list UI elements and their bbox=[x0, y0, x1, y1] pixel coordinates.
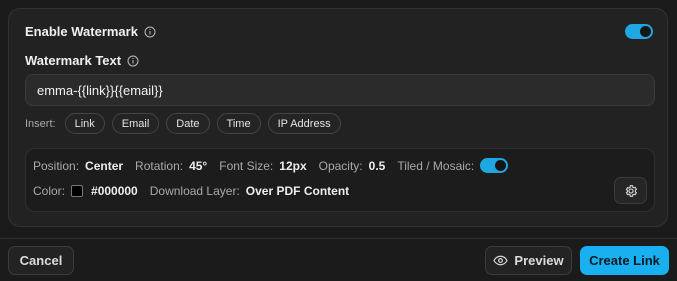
insert-ip-address-chip[interactable]: IP Address bbox=[267, 113, 341, 134]
rotation-value: 45° bbox=[189, 158, 208, 173]
insert-email-chip[interactable]: Email bbox=[111, 113, 160, 134]
insert-label: Insert: bbox=[25, 117, 56, 130]
color-label: Color: bbox=[33, 184, 66, 198]
preview-button[interactable]: Preview bbox=[485, 246, 572, 275]
enable-watermark-label: Enable Watermark bbox=[25, 24, 138, 39]
position-value: Center bbox=[85, 158, 124, 173]
preview-label: Preview bbox=[514, 253, 564, 268]
watermark-settings-summary: Position: Center Rotation: 45° Font Size… bbox=[25, 148, 655, 212]
opacity-label: Opacity: bbox=[318, 158, 363, 173]
insert-date-chip[interactable]: Date bbox=[166, 113, 210, 134]
gear-icon bbox=[625, 184, 637, 197]
watermark-card: Enable Watermark Watermark Text Insert: … bbox=[8, 8, 668, 227]
watermark-text-input[interactable] bbox=[25, 74, 655, 106]
toggle-knob bbox=[495, 160, 507, 171]
eye-icon bbox=[493, 255, 509, 266]
tiled-mosaic-label: Tiled / Mosaic: bbox=[397, 158, 475, 173]
rotation-label: Rotation: bbox=[135, 158, 184, 173]
watermark-text-row: Watermark Text bbox=[25, 53, 139, 68]
info-icon[interactable] bbox=[144, 26, 156, 38]
download-layer-value: Over PDF Content bbox=[245, 184, 350, 198]
watermark-settings-button[interactable] bbox=[614, 177, 647, 204]
info-icon[interactable] bbox=[127, 55, 139, 67]
toggle-knob bbox=[640, 26, 651, 37]
color-value: #000000 bbox=[91, 184, 138, 198]
create-link-button[interactable]: Create Link bbox=[580, 246, 669, 275]
footer-divider bbox=[0, 238, 677, 239]
settings-row-2: Color: #000000 Download Layer: Over PDF … bbox=[33, 184, 361, 198]
position-label: Position: bbox=[33, 158, 80, 173]
watermark-text-label: Watermark Text bbox=[25, 53, 122, 68]
settings-row-1: Position: Center Rotation: 45° Font Size… bbox=[33, 158, 509, 173]
opacity-value: 0.5 bbox=[368, 158, 386, 173]
enable-watermark-row: Enable Watermark bbox=[25, 24, 156, 39]
tiled-mosaic-toggle[interactable] bbox=[480, 158, 509, 173]
font-size-label: Font Size: bbox=[219, 158, 274, 173]
cancel-button[interactable]: Cancel bbox=[8, 246, 74, 275]
enable-watermark-toggle[interactable] bbox=[625, 24, 653, 39]
insert-link-chip[interactable]: Link bbox=[64, 113, 105, 134]
color-swatch bbox=[71, 185, 84, 197]
font-size-value: 12px bbox=[279, 158, 307, 173]
download-layer-label: Download Layer: bbox=[149, 184, 240, 198]
insert-time-chip[interactable]: Time bbox=[216, 113, 261, 134]
insert-variables-row: Insert: Link Email Date Time IP Address bbox=[25, 113, 341, 134]
